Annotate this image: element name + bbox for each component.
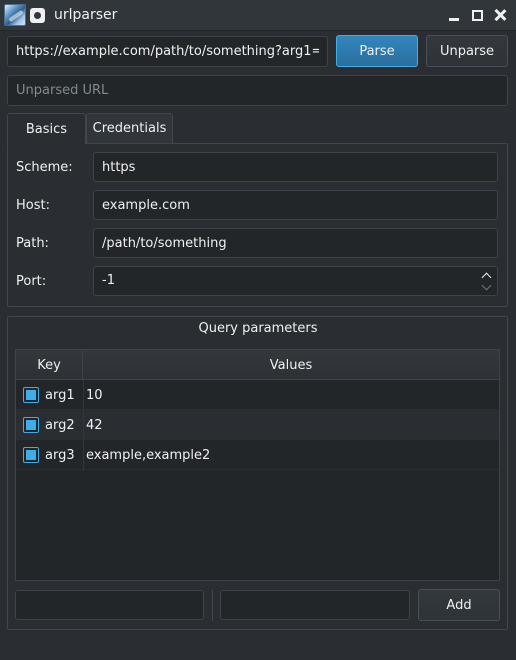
close-button[interactable] (490, 5, 510, 25)
parse-button[interactable]: Parse (336, 35, 418, 67)
port-spinbox[interactable]: -1 (93, 266, 498, 296)
tab-credentials[interactable]: Credentials (86, 113, 173, 143)
port-value: -1 (102, 273, 115, 288)
row-checkbox[interactable] (23, 387, 39, 403)
new-value-input[interactable] (220, 590, 410, 620)
host-field[interactable] (93, 190, 498, 220)
close-icon (494, 9, 506, 21)
row-values: 42 (86, 418, 103, 433)
table-row[interactable]: arg3 example,example2 (16, 440, 499, 470)
row-key: arg1 (45, 388, 75, 403)
unparse-button[interactable]: Unparse (426, 35, 508, 67)
column-header-values[interactable]: Values (83, 350, 499, 380)
scheme-label: Scheme: (16, 160, 73, 175)
window-title: urlparser (54, 7, 118, 23)
app-icon[interactable] (4, 4, 26, 26)
row-values: 10 (86, 388, 103, 403)
table-header: Key Values (16, 350, 499, 380)
row-checkbox[interactable] (23, 417, 39, 433)
path-field[interactable] (93, 228, 498, 258)
add-button[interactable]: Add (418, 589, 500, 621)
row-key: arg3 (45, 448, 75, 463)
spin-down-icon[interactable] (482, 283, 492, 291)
unparsed-url-field[interactable] (7, 75, 508, 106)
query-table[interactable]: Key Values arg1 10 arg2 42 arg3 example,… (15, 349, 500, 581)
column-divider (83, 440, 84, 470)
path-label: Path: (16, 236, 49, 251)
query-parameters-title: Query parameters (198, 321, 318, 336)
spin-up-icon[interactable] (482, 271, 492, 279)
host-label: Host: (16, 198, 50, 213)
url-input[interactable] (7, 36, 328, 67)
separator (212, 590, 213, 621)
row-checkbox[interactable] (23, 447, 39, 463)
table-row[interactable]: arg2 42 (16, 410, 499, 440)
table-row[interactable]: arg1 10 (16, 380, 499, 410)
tab-basics[interactable]: Basics (7, 113, 86, 144)
maximize-button[interactable] (467, 5, 487, 25)
scheme-field[interactable] (93, 152, 498, 182)
column-divider (83, 410, 84, 440)
row-values: example,example2 (86, 448, 211, 463)
column-header-key[interactable]: Key (16, 350, 83, 380)
column-divider (83, 380, 84, 410)
minimize-button[interactable] (444, 5, 464, 25)
title-bar: urlparser (0, 0, 516, 31)
maximize-icon (471, 9, 483, 21)
row-key: arg2 (45, 418, 75, 433)
port-label: Port: (16, 274, 47, 289)
pin-icon[interactable] (30, 8, 45, 23)
new-key-input[interactable] (15, 590, 204, 620)
minimize-icon (449, 17, 459, 21)
